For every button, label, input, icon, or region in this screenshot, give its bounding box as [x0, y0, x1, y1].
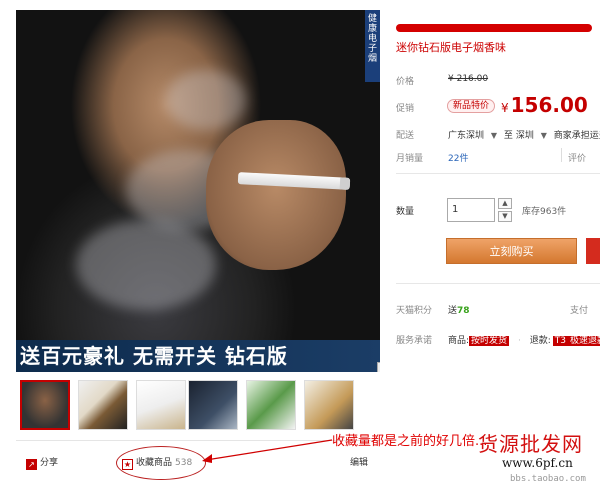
- annotation-arrow: [202, 439, 333, 463]
- thumbnail-5[interactable]: [246, 380, 296, 430]
- ontime-badge[interactable]: 按时发货: [469, 336, 510, 346]
- add-to-cart-button[interactable]: [586, 238, 600, 264]
- points-value: 送78: [448, 306, 470, 316]
- smoke-cloud: [166, 70, 246, 130]
- divider: [396, 173, 600, 174]
- pay-label: 支付: [570, 306, 589, 316]
- share-label: 分享: [40, 458, 59, 468]
- quantity-label: 数量: [396, 207, 415, 217]
- fast-refund-badge[interactable]: 极速退款: [567, 336, 600, 346]
- watermark-logo: 货源批发网: [478, 432, 583, 456]
- product-title-line: 迷你钻石版电子烟香味: [396, 41, 506, 54]
- sales-label: 月销量: [396, 154, 424, 164]
- increment-icon[interactable]: ▲: [498, 198, 512, 209]
- promise-label: 服务承诺: [396, 336, 433, 346]
- thumbnail-6[interactable]: [304, 380, 354, 430]
- sales-count: 22件: [448, 154, 469, 164]
- ship-to-word: 至: [503, 131, 513, 141]
- watermark-url: www.6pf.cn: [502, 456, 573, 470]
- shipping-label: 配送: [396, 131, 415, 141]
- original-price: ¥ 216.00: [448, 74, 489, 84]
- magnifier-icon[interactable]: ⚲: [377, 362, 380, 372]
- shipping-info: 广东深圳 ▼ 至 深圳 ▼ 商家承担运费: [448, 128, 600, 141]
- share-button[interactable]: ↗ 分享: [26, 455, 58, 470]
- share-icon: ↗: [26, 459, 37, 470]
- buy-now-button[interactable]: 立刻购买: [446, 238, 577, 264]
- chevron-down-icon[interactable]: ▼: [541, 131, 547, 140]
- promo-price: ¥156.00: [501, 93, 588, 117]
- annotation-text: 收藏量都是之前的好几倍...: [332, 434, 488, 449]
- t3-badge[interactable]: T3: [552, 336, 568, 346]
- promo-badge: 新品特价: [447, 99, 496, 113]
- divider: [561, 148, 562, 162]
- carrier-note: 商家承担运费: [553, 131, 600, 141]
- reviews-link[interactable]: 评价: [568, 151, 586, 164]
- thumbnail-strip: [20, 380, 380, 432]
- promise-info: 商品:按时发货 · 退款:T3极速退款: [448, 333, 600, 346]
- ship-from[interactable]: 广东深圳: [448, 131, 484, 141]
- annotation-circle: [116, 446, 206, 480]
- redacted-title: [396, 24, 592, 32]
- divider: [396, 283, 600, 284]
- points-label: 天猫积分: [396, 306, 433, 316]
- chevron-down-icon[interactable]: ▼: [491, 131, 497, 140]
- thumbnail-3[interactable]: [136, 380, 186, 430]
- hand: [206, 120, 346, 270]
- edit-link[interactable]: 编辑: [350, 455, 368, 468]
- thumbnail-4[interactable]: [188, 380, 238, 430]
- main-product-image[interactable]: 健康电子烟 送百元豪礼 无需开关 钻石版 ⚲: [16, 10, 380, 372]
- thumbnail-2[interactable]: [78, 380, 128, 430]
- promo-banner: 送百元豪礼 无需开关 钻石版: [16, 340, 380, 372]
- price-label: 价格: [396, 77, 415, 87]
- quantity-input[interactable]: 1: [447, 198, 495, 222]
- product-title: 迷你钻石版电子烟香味: [396, 18, 596, 58]
- thumbnail-1[interactable]: [20, 380, 70, 430]
- smoke-cloud: [76, 220, 216, 310]
- promo-label: 促销: [396, 104, 415, 114]
- watermark-url-2: bbs.taobao.com: [510, 474, 586, 484]
- ship-to[interactable]: 深圳: [516, 131, 534, 141]
- brand-strip: 健康电子烟: [365, 10, 380, 82]
- decrement-icon[interactable]: ▼: [498, 211, 512, 222]
- stock-count: 库存963件: [522, 207, 567, 217]
